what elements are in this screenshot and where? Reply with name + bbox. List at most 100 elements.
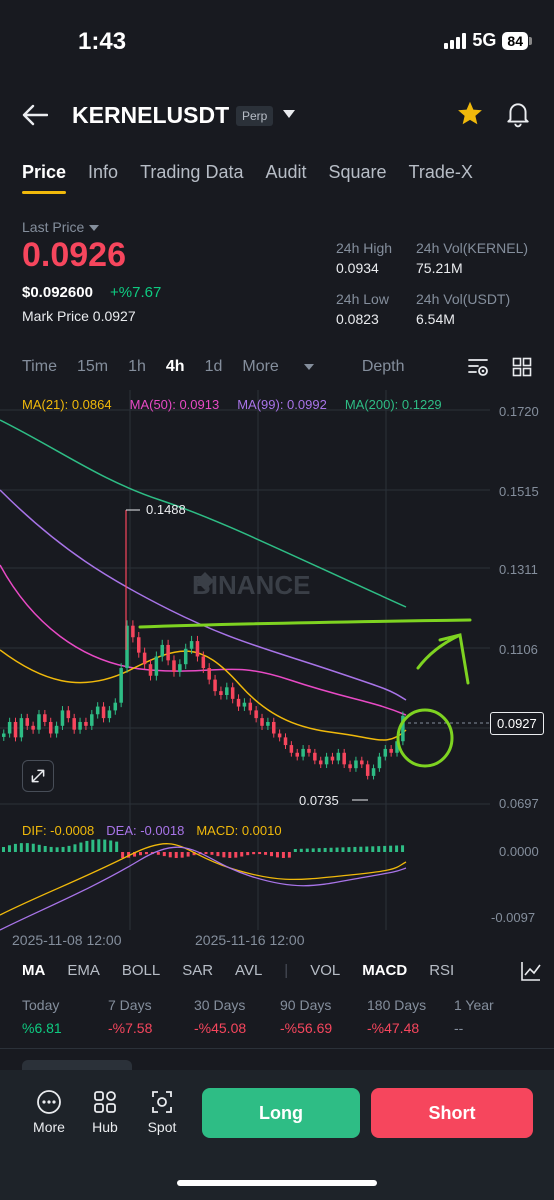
candle-body [78, 721, 82, 730]
candle-body [131, 625, 135, 638]
short-button[interactable]: Short [371, 1088, 533, 1138]
ind-avl[interactable]: AVL [235, 962, 262, 979]
macd-bar [389, 845, 393, 852]
macd-bar [25, 843, 29, 852]
tab-trade-x[interactable]: Trade-X [409, 162, 473, 183]
macd-bar [305, 848, 309, 852]
grid-layout-icon[interactable] [512, 357, 532, 377]
candle-body [43, 714, 47, 722]
ind-ma[interactable]: MA [22, 962, 45, 979]
high-annotation: 0.1488 [146, 502, 186, 517]
candle-body [189, 641, 194, 649]
macd-bar [49, 846, 53, 852]
high-value: 0.0934 [336, 260, 379, 276]
candle-body [219, 691, 223, 696]
macd-bar [144, 852, 148, 855]
back-arrow-icon[interactable] [22, 104, 48, 126]
divider [0, 1048, 554, 1049]
timeframe-bar: Time 15m 1h 4h 1d More Depth [22, 358, 425, 376]
candle-body [166, 644, 170, 661]
candle-body [13, 721, 18, 738]
macd-bar [228, 852, 232, 858]
tab-square[interactable]: Square [329, 162, 387, 183]
macd-bar [61, 846, 65, 852]
price-chart[interactable]: BINANCE 0.1488 0.0735 0.1720 0.1515 0.13… [0, 390, 554, 950]
macd-bar [109, 840, 113, 852]
perf-value-1y: -- [454, 1020, 464, 1036]
candle-body [107, 710, 112, 719]
candle-body [371, 768, 376, 776]
candle-body [301, 748, 305, 757]
spot-icon [152, 1091, 172, 1113]
candle-body [225, 687, 229, 696]
candle-body [2, 733, 6, 737]
tab-trading-data[interactable]: Trading Data [140, 162, 243, 183]
bell-icon[interactable] [505, 100, 531, 128]
macd-bar [365, 846, 369, 852]
candle-body [25, 718, 29, 726]
macd-bar [377, 846, 381, 852]
macd-bar [252, 852, 256, 855]
mark-price: Mark Price 0.0927 [22, 308, 136, 324]
ind-rsi[interactable]: RSI [429, 962, 454, 979]
perf-value-30d: -%45.08 [194, 1020, 247, 1036]
nav-spot[interactable]: Spot [137, 1088, 187, 1135]
macd-bar [222, 852, 226, 858]
perf-label-180d: 180 Days [367, 997, 427, 1013]
macd-bar [2, 847, 5, 852]
candle-body [213, 679, 217, 692]
tab-price[interactable]: Price [22, 162, 67, 194]
long-button[interactable]: Long [202, 1088, 360, 1138]
ind-sar[interactable]: SAR [182, 962, 213, 979]
tf-15m[interactable]: 15m [77, 358, 108, 376]
candle-body [324, 756, 329, 765]
tf-1d[interactable]: 1d [205, 358, 223, 376]
tab-audit[interactable]: Audit [265, 162, 306, 183]
nav-hub[interactable]: Hub [80, 1088, 130, 1135]
ind-boll[interactable]: BOLL [122, 962, 160, 979]
price-change: +%7.67 [110, 284, 162, 301]
tf-1h[interactable]: 1h [128, 358, 146, 376]
low-value: 0.0823 [336, 311, 379, 327]
home-indicator[interactable] [177, 1180, 377, 1186]
ind-ema[interactable]: EMA [67, 962, 100, 979]
nav-more[interactable]: More [24, 1088, 74, 1135]
candle-body [272, 721, 276, 734]
tf-more-label: More [242, 358, 279, 375]
candle-body [137, 637, 141, 653]
expand-chart-icon[interactable] [22, 760, 54, 792]
candle-body [389, 748, 393, 753]
nav-hub-label: Hub [92, 1119, 118, 1135]
tf-4h[interactable]: 4h [166, 358, 185, 376]
macd-bar [121, 852, 125, 858]
pair-dropdown-icon[interactable] [283, 110, 295, 118]
pair-title[interactable]: KERNELUSDT [72, 102, 229, 129]
nav-spot-label: Spot [147, 1119, 177, 1135]
tf-time[interactable]: Time [22, 358, 57, 376]
price-axis-1: 0.1720 [499, 404, 539, 419]
candle-body [142, 652, 147, 665]
macd-bar [85, 840, 89, 852]
candle-body [48, 721, 53, 734]
tf-depth[interactable]: Depth [362, 358, 405, 376]
favorite-star-icon[interactable] [456, 100, 484, 128]
tab-info[interactable]: Info [88, 162, 118, 183]
ind-macd[interactable]: MACD [362, 962, 407, 979]
indicator-settings-icon[interactable] [520, 960, 542, 982]
date-label-1: 2025-11-08 12:00 [12, 932, 122, 948]
macd-bar [91, 839, 95, 852]
chart-settings-icon[interactable] [467, 356, 489, 378]
tf-more[interactable]: More [242, 358, 333, 376]
macd-bar [168, 852, 172, 858]
macd-bar [329, 847, 333, 852]
candle-body [242, 702, 247, 707]
status-time: 1:43 [78, 28, 127, 55]
candle-body [7, 721, 12, 734]
ind-vol[interactable]: VOL [310, 962, 340, 979]
more-caret-icon [303, 363, 314, 370]
macd-bar [97, 839, 101, 852]
last-price-label[interactable]: Last Price [22, 219, 99, 235]
candle-body [295, 752, 299, 757]
macd-label: MACD: 0.0010 [196, 823, 282, 838]
ma50-label: MA(50): 0.0913 [129, 397, 220, 412]
